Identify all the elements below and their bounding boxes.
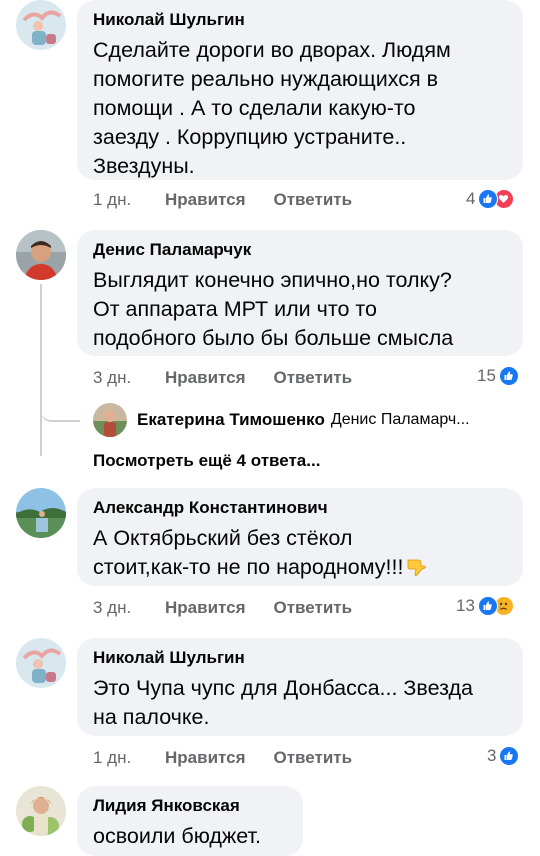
reactions-count: 13: [456, 596, 475, 615]
reactions-count: 15: [477, 366, 496, 385]
comment-time[interactable]: 1 дн.: [93, 190, 165, 210]
reply-button[interactable]: Ответить: [274, 748, 353, 768]
comment-author[interactable]: Денис Паламарчук: [93, 240, 507, 260]
like-icon: [499, 746, 520, 766]
comment-time[interactable]: 1 дн.: [93, 748, 165, 768]
like-button[interactable]: Нравится: [165, 748, 246, 768]
like-icon: [478, 189, 499, 209]
reply-text: Денис Паламарч...: [330, 411, 470, 428]
reactions-count: 3: [487, 746, 497, 765]
comment-bubble: Николай Шульгин Сделайте дороги во двора…: [77, 0, 523, 180]
reactions-summary[interactable]: 4: [466, 189, 515, 209]
avatar[interactable]: [16, 786, 66, 836]
reply-preview[interactable]: Екатерина Тимошенко Денис Паламарч...: [93, 403, 470, 437]
reactions-summary[interactable]: 3: [487, 746, 520, 766]
like-button[interactable]: Нравится: [165, 190, 246, 210]
comment-bubble: Николай Шульгин Это Чупа чупс для Донбас…: [77, 638, 523, 736]
reply-author[interactable]: Екатерина Тимошенко: [137, 410, 325, 430]
comment-author[interactable]: Александр Константинович: [93, 498, 507, 518]
comment-time[interactable]: 3 дн.: [93, 598, 165, 618]
comment-time[interactable]: 3 дн.: [93, 368, 165, 388]
comment-actions: 1 дн. Нравится Ответить: [93, 748, 380, 768]
thread-connector: [40, 396, 80, 422]
comment-text: А Октябрьский без стёкол стоит,как-то не…: [93, 524, 507, 582]
avatar[interactable]: [16, 0, 66, 50]
comment-text: Выглядит конечно эпично,но толку? От апп…: [93, 268, 454, 350]
comment-text: Сделайте дороги во дворах. Людям помогит…: [93, 38, 451, 178]
reply-button[interactable]: Ответить: [274, 368, 353, 388]
reactions-count: 4: [466, 189, 476, 208]
thread-line: [40, 284, 42, 456]
view-more-replies-button[interactable]: Посмотреть ещё 4 ответа...: [93, 451, 320, 471]
comment-bubble: Александр Константинович А Октябрьский б…: [77, 488, 523, 586]
comment-author[interactable]: Николай Шульгин: [93, 10, 507, 30]
avatar[interactable]: [16, 638, 66, 688]
comment-text: Это Чупа чупс для Донбасса... Звезда на …: [93, 676, 473, 729]
comment-actions: 3 дн. Нравится Ответить: [93, 598, 380, 618]
thumbs-down-emoji: [405, 556, 427, 578]
like-button[interactable]: Нравится: [165, 598, 246, 618]
like-button[interactable]: Нравится: [165, 368, 246, 388]
comment-bubble: Денис Паламарчук Выглядит конечно эпично…: [77, 230, 523, 356]
reply-button[interactable]: Ответить: [274, 190, 353, 210]
comment-author[interactable]: Лидия Янковская: [93, 796, 287, 816]
avatar[interactable]: [16, 230, 66, 280]
like-icon: [477, 596, 498, 616]
comment-bubble: Лидия Янковская освоили бюджет.: [77, 786, 303, 856]
reactions-summary[interactable]: 13: [456, 596, 514, 616]
like-icon: [498, 366, 519, 386]
reply-button[interactable]: Ответить: [274, 598, 353, 618]
avatar[interactable]: [16, 488, 66, 538]
comment-author[interactable]: Николай Шульгин: [93, 648, 507, 668]
comment-actions: 3 дн. Нравится Ответить: [93, 368, 380, 388]
reactions-summary[interactable]: 15: [477, 366, 519, 386]
comment-actions: 1 дн. Нравится Ответить: [93, 190, 380, 210]
comment-text: освоили бюджет.: [93, 824, 261, 848]
avatar[interactable]: [93, 403, 127, 437]
